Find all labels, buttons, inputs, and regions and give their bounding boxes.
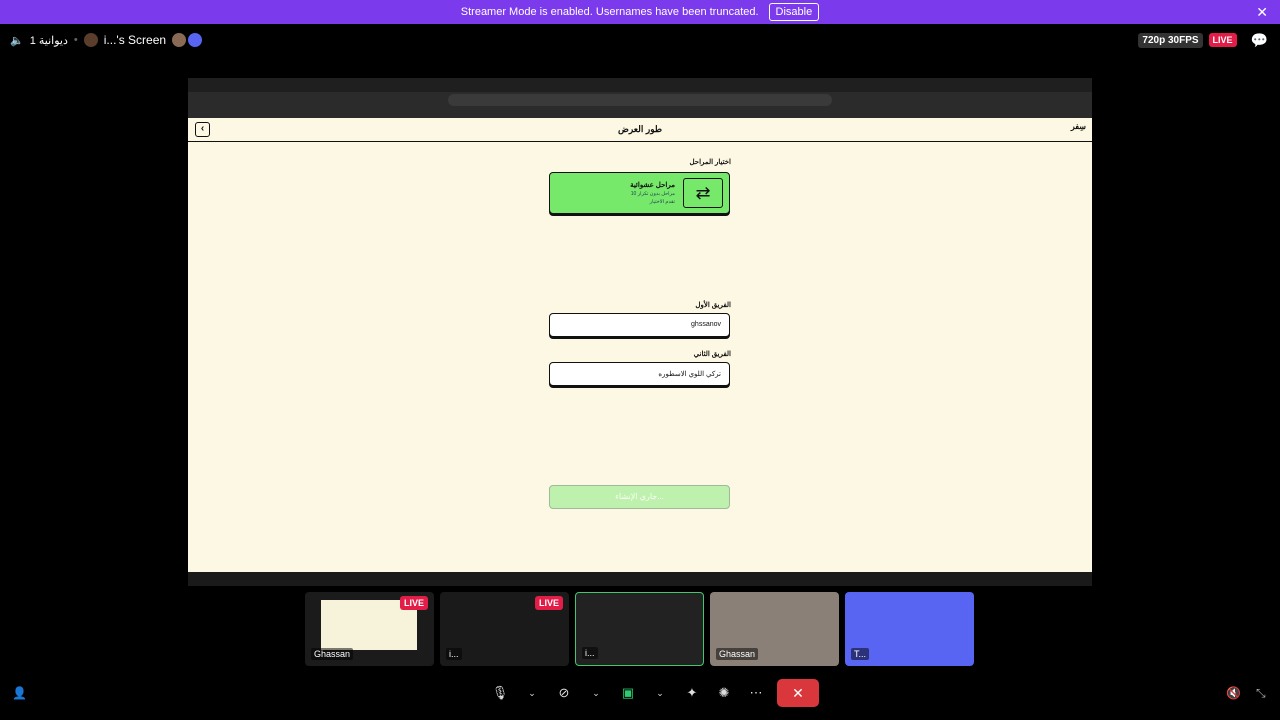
participant-tile[interactable]: LIVE i... [440, 592, 569, 666]
add-user-icon[interactable]: 👤 [12, 686, 27, 700]
team2-label: الفريق الثاني [693, 351, 731, 358]
participant-name: Ghassan [311, 648, 354, 660]
chevron-down-icon[interactable]: ⌄ [649, 679, 671, 707]
participant-name: T... [851, 648, 870, 660]
team2-field[interactable]: ترکي اللوي الاسطوره [549, 362, 730, 386]
separator: • [73, 34, 78, 46]
address-bar [448, 94, 832, 106]
page-title: طور العرض [617, 124, 663, 134]
participant-name: Ghassan [716, 648, 759, 660]
participant-tiles: LIVE Ghassan LIVE i... i... Ghassan T... [305, 592, 974, 666]
mode-subtitle-2: تقدم الاختيار [649, 199, 675, 205]
browser-chrome [188, 78, 1092, 118]
speaker-icon: 🔈 [10, 34, 24, 47]
stage-label: اختيار المراحل [689, 159, 731, 166]
call-controls: 🎙 ⌄ ⊘ ⌄ ▣ ⌄ ✦ ✺ ⋯ ✕ [489, 679, 819, 707]
avatar[interactable] [172, 33, 187, 47]
end-call-button[interactable]: ✕ [777, 679, 819, 707]
screen-title: i...'s Screen [103, 33, 167, 47]
soundboard-icon[interactable]: ✺ [713, 679, 735, 707]
participant-tile[interactable]: Ghassan [710, 592, 839, 666]
close-icon[interactable]: ✕ [1256, 4, 1268, 21]
avatar[interactable] [188, 33, 203, 47]
microphone-icon[interactable]: 🎙 [489, 679, 511, 707]
mode-subtitle: 10 مراحل بدون تكرار [630, 191, 675, 197]
channel-name[interactable]: دیوانیة 1 [30, 34, 68, 47]
shared-screen: ‹ طور العرض سِفر اختيار المراحل ⇄ مراحل … [188, 78, 1092, 586]
participant-tile[interactable]: LIVE Ghassan [305, 592, 434, 666]
avatar [83, 33, 98, 47]
camera-off-icon[interactable]: ⊘ [553, 679, 575, 707]
app-header: ‹ طور العرض سِفر [188, 118, 1092, 142]
live-badge: LIVE [534, 596, 563, 610]
chevron-down-icon[interactable]: ⌄ [521, 679, 543, 707]
participant-tile[interactable]: T... [845, 592, 974, 666]
taskbar [188, 572, 1092, 586]
random-stages-option[interactable]: ⇄ مراحل عشوائية 10 مراحل بدون تكرار تقدم… [549, 172, 730, 214]
disable-button[interactable]: Disable [768, 3, 820, 21]
banner-text: Streamer Mode is enabled. Usernames have… [460, 6, 759, 18]
participant-name: i... [582, 647, 598, 659]
fullscreen-exit-icon[interactable]: ⤡ [1256, 686, 1266, 701]
logo: سِفر [1070, 122, 1086, 131]
back-icon[interactable]: ‹ [195, 122, 210, 137]
start-button[interactable]: جاري الإنشاء... [549, 485, 730, 509]
chat-icon[interactable]: 💬 [1251, 32, 1268, 49]
mute-stream-icon[interactable]: 🔇 [1226, 686, 1241, 700]
screen-share-icon[interactable]: ▣ [617, 679, 639, 707]
participant-tile[interactable]: i... [575, 592, 704, 666]
activities-icon[interactable]: ✦ [681, 679, 703, 707]
live-badge: LIVE [399, 596, 428, 610]
streamer-mode-banner: Streamer Mode is enabled. Usernames have… [0, 0, 1280, 24]
team1-field[interactable]: ghssanov [549, 313, 730, 337]
team1-label: الفريق الأول [695, 302, 731, 309]
participant-name: i... [446, 648, 462, 660]
browser-tabs [188, 78, 1092, 92]
quality-badge: 720p 30FPS [1138, 32, 1203, 48]
more-icon[interactable]: ⋯ [745, 679, 767, 707]
chevron-down-icon[interactable]: ⌄ [585, 679, 607, 707]
shuffle-icon: ⇄ [683, 178, 723, 208]
stream-topbar: 🔈 دیوانیة 1 • i...'s Screen 720p 30FPS L… [0, 30, 1280, 50]
mode-title: مراحل عشوائية [630, 182, 675, 189]
live-badge: LIVE [1208, 33, 1237, 47]
